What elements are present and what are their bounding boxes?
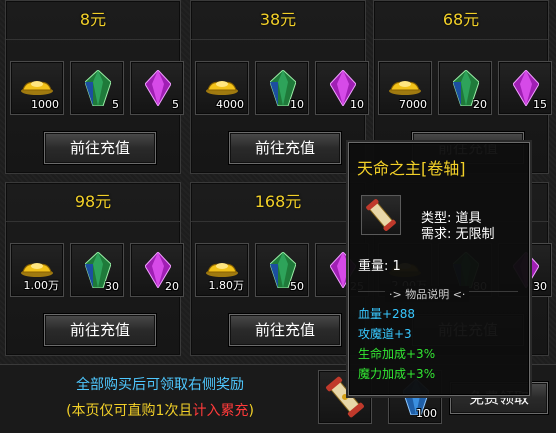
- item-tooltip: 天命之主[卷轴] 类型: 道具 需求: 无限制 重量: 1 ·> 物品说明 <·…: [348, 142, 530, 396]
- go-recharge-button[interactable]: 前往充值: [229, 132, 341, 164]
- item-qty: 30: [105, 280, 119, 293]
- limit-info-suffix: ): [248, 403, 254, 419]
- tooltip-title: 天命之主[卷轴]: [357, 159, 466, 178]
- gold-ingot-icon: [21, 81, 53, 95]
- tooltip-require: 需求: 无限制: [421, 223, 495, 242]
- item-qty: 7000: [399, 98, 427, 111]
- item-qty: 15: [533, 98, 547, 111]
- tooltip-attr: 魔力加成+3%: [358, 367, 436, 381]
- item-qty: 50: [290, 280, 304, 293]
- item-qty: 1.80万: [208, 279, 245, 292]
- recharge-card: 168元1.80万5025前往充值: [190, 182, 369, 356]
- purple-gem-icon: [145, 70, 171, 106]
- tooltip-weight-value: 1: [392, 259, 401, 274]
- item-qty: 1.00万: [23, 279, 60, 292]
- item-qty: 20: [473, 98, 487, 111]
- tooltip-attr: 血量+288: [358, 307, 415, 321]
- gold-ingot-icon: [21, 263, 53, 277]
- reward-info-text: 全部购买后可领取右侧奖励: [76, 377, 244, 393]
- item-qty: 5: [172, 98, 179, 111]
- reward-slot[interactable]: 1000: [10, 61, 64, 115]
- reward-slot[interactable]: 7000: [378, 61, 432, 115]
- item-qty: 10: [350, 98, 364, 111]
- scroll-icon: [366, 199, 396, 231]
- recharge-card: 8元 1000 5 5 前往充值: [5, 0, 184, 174]
- reward-slot[interactable]: 20: [130, 243, 184, 297]
- limit-info-highlight: 计入累充: [192, 403, 249, 419]
- reward-slot[interactable]: 10: [315, 61, 369, 115]
- go-recharge-button[interactable]: 前往充值: [229, 314, 341, 346]
- item-qty: 20: [165, 280, 179, 293]
- tooltip-attr: 攻魔道+3: [358, 327, 412, 341]
- item-qty: 10: [290, 98, 304, 111]
- tooltip-item-icon: [361, 195, 401, 235]
- item-qty: 4000: [216, 98, 244, 111]
- reward-slot[interactable]: 30: [70, 243, 124, 297]
- tooltip-require-value: 无限制: [455, 227, 495, 242]
- tooltip-section-label: ·> 物品说明 <·: [385, 286, 470, 302]
- gold-ingot-icon: [389, 81, 421, 95]
- card-price: 68元: [374, 1, 548, 40]
- green-gem-icon: [85, 70, 111, 106]
- reward-qty: 100: [416, 407, 437, 420]
- reward-slot[interactable]: 10: [255, 61, 309, 115]
- tooltip-attr: 生命加成+3%: [358, 347, 436, 361]
- limit-info-text: (本页仅可直购1次且计入累充): [0, 400, 320, 420]
- go-recharge-button[interactable]: 前往充值: [44, 132, 156, 164]
- item-qty: 5: [112, 98, 119, 111]
- reward-slot[interactable]: 1.00万: [10, 243, 64, 297]
- reward-slot[interactable]: 50: [255, 243, 309, 297]
- reward-slot[interactable]: 15: [498, 61, 552, 115]
- tooltip-require-label: 需求:: [421, 227, 452, 242]
- reward-slot[interactable]: 20: [438, 61, 492, 115]
- card-price: 168元: [191, 183, 365, 222]
- recharge-card: 98元 1.00万 30 20 前往充值: [5, 182, 184, 356]
- tooltip-weight: 重量: 1: [358, 255, 401, 274]
- card-price: 98元: [6, 183, 180, 222]
- go-recharge-button[interactable]: 前往充值: [44, 314, 156, 346]
- item-qty: 30: [533, 280, 547, 293]
- tooltip-weight-label: 重量:: [358, 259, 389, 274]
- item-qty: 1000: [31, 98, 59, 111]
- reward-slot[interactable]: 5: [130, 61, 184, 115]
- reward-slot[interactable]: 5: [70, 61, 124, 115]
- gold-ingot-icon: [206, 81, 238, 95]
- limit-info-prefix: (本页仅可直购1次且: [66, 403, 193, 419]
- card-price: 38元: [191, 1, 365, 40]
- gold-ingot-icon: [206, 263, 238, 277]
- reward-slot[interactable]: 1.80万: [195, 243, 249, 297]
- card-price: 8元: [6, 1, 180, 40]
- recharge-card: 38元 4000 10 10 前往充值: [190, 0, 369, 174]
- tooltip-section-text: 物品说明: [405, 288, 450, 301]
- reward-slot[interactable]: 4000: [195, 61, 249, 115]
